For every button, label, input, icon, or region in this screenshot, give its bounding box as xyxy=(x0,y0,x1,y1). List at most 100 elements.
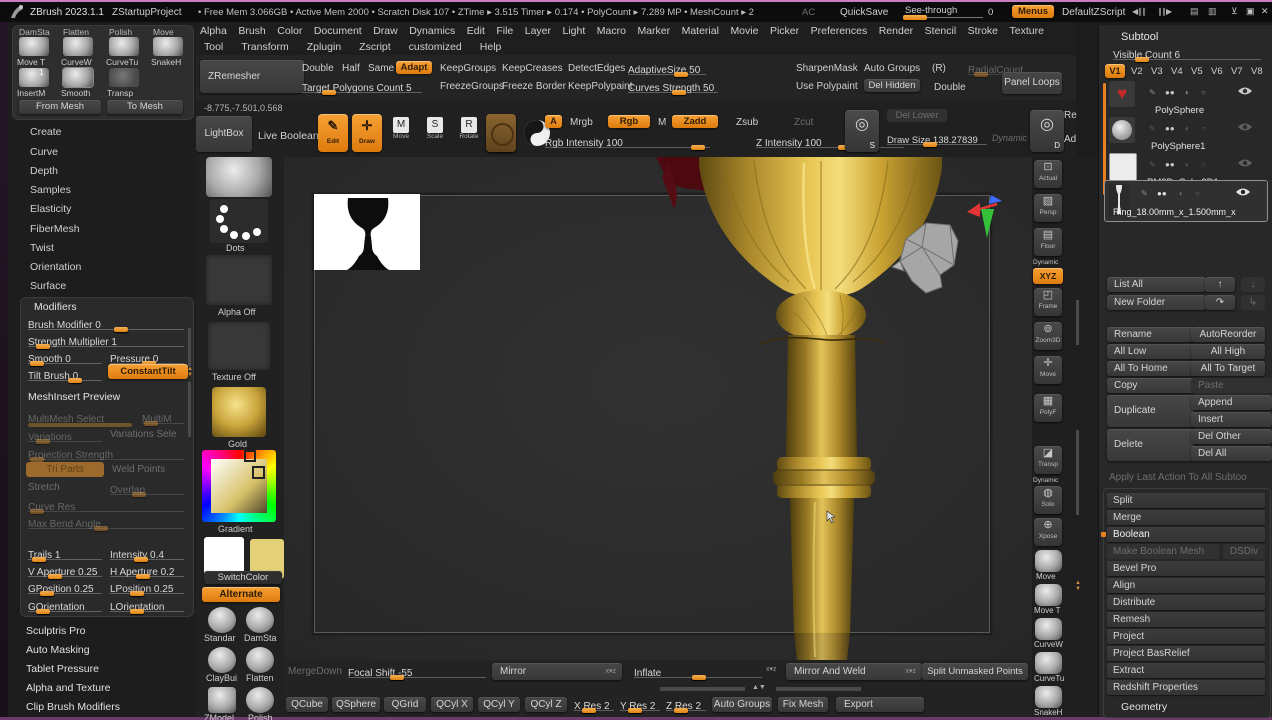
circle-icon[interactable]: ○ xyxy=(1201,160,1206,169)
rotate-button[interactable]: R Rotate xyxy=(456,114,482,152)
polypaint-icon[interactable]: ✎ xyxy=(1149,88,1156,97)
hscroll-arrows[interactable]: ▲▼ xyxy=(752,684,766,691)
scale-button[interactable]: S Scale xyxy=(422,114,448,152)
half-icon[interactable]: ◐ xyxy=(1185,88,1190,97)
current-brush-icon[interactable] xyxy=(486,114,516,152)
menu-picker[interactable]: Picker xyxy=(770,25,799,37)
section-tablet-pressure[interactable]: Tablet Pressure xyxy=(26,663,99,675)
constanttilt-button[interactable]: ConstantTilt xyxy=(108,364,188,379)
shader-pill-icon[interactable]: ●● xyxy=(1165,124,1175,133)
qcylx-button[interactable]: QCyl X xyxy=(431,697,473,712)
project-row[interactable]: Project xyxy=(1107,629,1265,644)
texture-off-thumb[interactable] xyxy=(208,322,270,370)
menu-zscript[interactable]: Zscript xyxy=(359,41,391,53)
brush-curvetu-thumb[interactable] xyxy=(109,37,139,56)
menu-draw[interactable]: Draw xyxy=(373,25,398,37)
v-aperture-slider[interactable]: V Aperture 0.25 xyxy=(28,562,102,579)
qcyly-button[interactable]: QCyl Y xyxy=(478,697,520,712)
list-all-button[interactable]: List All xyxy=(1107,277,1206,292)
minimize-icon[interactable]: ⊻ xyxy=(1231,6,1238,17)
frame-button[interactable]: ◰ Frame xyxy=(1034,288,1062,316)
gorientation-slider[interactable]: GOrientation xyxy=(28,597,102,614)
live-boolean-toggle[interactable]: Live Boolean xyxy=(258,130,319,142)
close-icon[interactable]: ✕ xyxy=(1261,6,1269,17)
menu-macro[interactable]: Macro xyxy=(597,25,626,37)
new-folder-button[interactable]: New Folder xyxy=(1107,295,1206,310)
keepgroups-toggle[interactable]: KeepGroups xyxy=(440,63,496,74)
menu-transform[interactable]: Transform xyxy=(241,41,288,53)
visible-count-slider[interactable]: Visible Count 6 xyxy=(1113,45,1261,62)
a-toggle[interactable]: A xyxy=(545,115,562,128)
actual-button[interactable]: ⊡ Actual xyxy=(1034,160,1062,188)
brush-transp-thumb[interactable] xyxy=(109,68,139,87)
from-mesh-button[interactable]: From Mesh xyxy=(19,100,101,114)
del-all-button[interactable]: Del All xyxy=(1191,446,1272,461)
menu-render[interactable]: Render xyxy=(879,25,913,37)
panel-loops-button[interactable]: Panel Loops xyxy=(1002,72,1062,94)
shader-pill-icon[interactable]: ●● xyxy=(1165,160,1175,169)
autogroups-toggle[interactable]: Auto Groups xyxy=(864,63,920,74)
boolean-row[interactable]: Boolean xyxy=(1107,527,1265,542)
to-mesh-button[interactable]: To Mesh xyxy=(107,100,183,114)
half-toggle[interactable]: Half xyxy=(342,63,360,74)
rename-button[interactable]: Rename xyxy=(1107,327,1194,342)
section-orientation[interactable]: Orientation xyxy=(30,261,81,273)
move-up-button[interactable]: ↑ xyxy=(1205,277,1235,292)
subtool-item-ring-selected[interactable]: ✎ ●● ◐ ○ Ring_18.00mm_x_1.500mm_x xyxy=(1104,180,1268,222)
xpose-button[interactable]: ⊕ Xpose xyxy=(1034,518,1062,546)
default-zscript-button[interactable]: DefaultZScript xyxy=(1062,7,1125,18)
brush-polish2-thumb[interactable] xyxy=(246,687,274,713)
rshelf-brush-move-thumb[interactable] xyxy=(1035,550,1062,572)
menu-layer[interactable]: Layer xyxy=(525,25,551,37)
redshift-properties-row[interactable]: Redshift Properties xyxy=(1107,680,1265,695)
subtool-tab-v4[interactable]: V4 xyxy=(1171,66,1183,77)
polypaint-icon[interactable]: ✎ xyxy=(1141,189,1148,198)
polypaint-icon[interactable]: ✎ xyxy=(1149,160,1156,169)
menu-file[interactable]: File xyxy=(496,25,513,37)
inflate-handle[interactable] xyxy=(692,675,706,680)
rshelf-brush-curvew-thumb[interactable] xyxy=(1035,618,1062,640)
mirror-and-weld-button[interactable]: Mirror And Weld x▾z xyxy=(786,663,922,680)
rshelf-brush-snakeh-thumb[interactable] xyxy=(1035,686,1062,708)
keeppolypaint-toggle[interactable]: KeepPolypaint xyxy=(568,81,633,92)
auto-groups-button[interactable]: Auto Groups xyxy=(712,697,772,712)
qgrid-button[interactable]: QGrid xyxy=(384,697,426,712)
modifiers-header[interactable]: Modifiers xyxy=(34,301,77,313)
lorientation-slider[interactable]: LOrientation xyxy=(110,597,184,614)
canvas-hscrollbar-right[interactable] xyxy=(776,687,861,691)
transp-button[interactable]: ◪ Transp xyxy=(1034,446,1062,474)
menu-preferences[interactable]: Preferences xyxy=(811,25,868,37)
same-toggle[interactable]: Same xyxy=(368,63,394,74)
half-icon[interactable]: ◐ xyxy=(1179,189,1184,198)
rgb-intensity-slider[interactable]: Rgb Intensity 100 xyxy=(545,133,710,150)
remesh-row[interactable]: Remesh xyxy=(1107,612,1265,627)
usepolypaint-toggle[interactable]: Use Polypaint xyxy=(796,81,858,92)
stroke-stamp-d-icon[interactable]: ◎ D xyxy=(1030,110,1064,152)
subtool-tab-v5[interactable]: V5 xyxy=(1191,66,1203,77)
solo-button[interactable]: ◍ Solo xyxy=(1034,486,1062,514)
brush-snakeh-thumb[interactable] xyxy=(153,37,183,56)
zsub-toggle[interactable]: Zsub xyxy=(736,117,758,128)
adapt-toggle[interactable]: Adapt xyxy=(396,61,432,74)
section-create[interactable]: Create xyxy=(30,126,62,138)
subtool-thumb-cube[interactable] xyxy=(1109,153,1137,181)
persp-button[interactable]: ▨ Persp xyxy=(1034,194,1062,222)
move-button[interactable]: M Move xyxy=(388,114,414,152)
insert-button[interactable]: Insert xyxy=(1191,412,1272,427)
brush-flatten-label[interactable]: Flatten xyxy=(63,27,89,37)
duplicate-button[interactable]: Duplicate xyxy=(1107,395,1194,427)
distribute-row[interactable]: Distribute xyxy=(1107,595,1265,610)
section-depth[interactable]: Depth xyxy=(30,165,58,177)
menu-help[interactable]: Help xyxy=(480,41,502,53)
menu-tool[interactable]: Tool xyxy=(204,41,223,53)
left-tray-scroll-arrows[interactable]: ▲ ▼ xyxy=(185,366,195,378)
geometry-header[interactable]: Geometry xyxy=(1121,701,1167,713)
subtool-tab-v3[interactable]: V3 xyxy=(1151,66,1163,77)
intensity-slider[interactable]: Intensity 0.4 xyxy=(110,545,184,562)
section-curve[interactable]: Curve xyxy=(30,146,58,158)
brush-damsta-label[interactable]: DamSta xyxy=(19,27,50,37)
subtool-item-polysphere[interactable]: ♥ ✎ ●● ◐ ○ PolySphere xyxy=(1107,81,1267,117)
bevel-pro-row[interactable]: Bevel Pro xyxy=(1107,561,1265,576)
xres-slider[interactable]: X Res 2 xyxy=(574,696,614,713)
section-clip-brush[interactable]: Clip Brush Modifiers xyxy=(26,701,120,713)
